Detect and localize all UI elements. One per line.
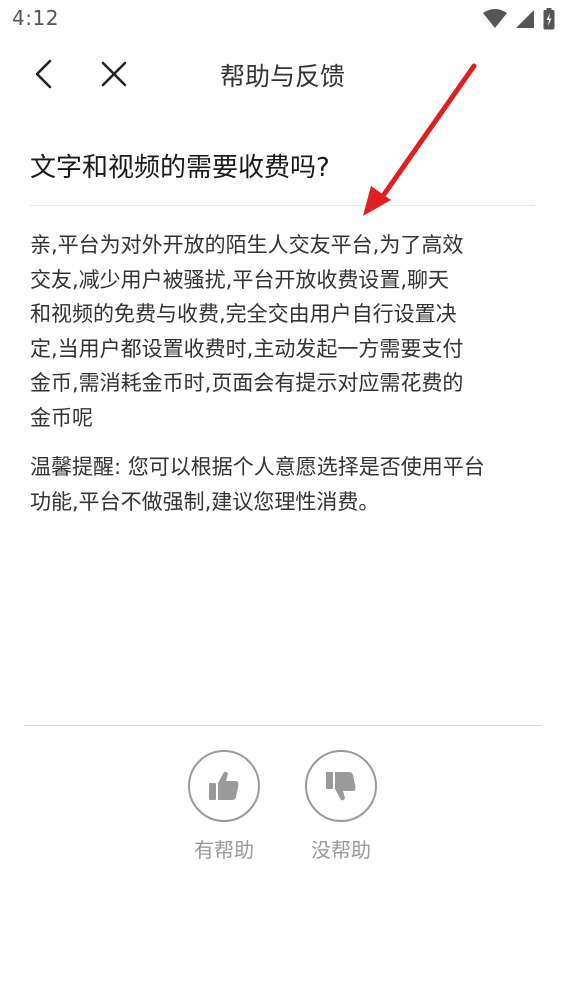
answer-line: 亲,平台为对外开放的陌生人交友平台,为了高效 xyxy=(30,233,464,257)
answer-line: 金币,需消耗金币时,页面会有提示对应需花费的 xyxy=(30,371,464,395)
answer-line: 交友,减少用户被骚扰,平台开放收费设置,聊天 xyxy=(30,267,450,292)
thumbs-up-icon xyxy=(209,771,239,800)
divider xyxy=(30,205,535,206)
wifi-icon xyxy=(483,9,507,28)
thumbs-down-icon xyxy=(326,772,356,801)
reminder-line: 功能,平台不做强制,建议您理性消费。 xyxy=(30,489,380,514)
helpful-button[interactable]: 有帮助 xyxy=(174,750,274,863)
feedback-row: 有帮助 没帮助 xyxy=(0,750,565,870)
unhelpful-label: 没帮助 xyxy=(311,838,371,862)
answer-line: 定,当用户都设置收费时,主动发起一方需要支付 xyxy=(30,336,464,361)
page-title: 帮助与反馈 xyxy=(219,62,345,91)
status-icons xyxy=(483,8,555,30)
answer-line: 金币呢 xyxy=(30,405,93,430)
answer-line: 和视频的免费与收费,完全交由用户自行设置决 xyxy=(30,302,457,326)
question-title: 文字和视频的需要收费吗? xyxy=(30,153,330,183)
status-time: 4:12 xyxy=(12,6,59,30)
helpful-circle[interactable] xyxy=(188,750,260,822)
status-bar: 4:12 xyxy=(0,0,565,40)
reminder-line: 温馨提醒: 您可以根据个人意愿选择是否使用平台 xyxy=(30,455,485,479)
answer-body: 亲,平台为对外开放的陌生人交友平台,为了高效 交友,减少用户被骚扰,平台开放收费… xyxy=(30,228,535,435)
unhelpful-button[interactable]: 没帮助 xyxy=(291,750,391,863)
cellular-signal-icon xyxy=(516,10,534,28)
unhelpful-circle[interactable] xyxy=(305,750,377,822)
helpful-label: 有帮助 xyxy=(194,838,254,862)
reminder-text: 温馨提醒: 您可以根据个人意愿选择是否使用平台 功能,平台不做强制,建议您理性消… xyxy=(30,450,535,519)
battery-icon xyxy=(543,8,555,30)
divider xyxy=(24,725,541,726)
nav-bar: 帮助与反馈 xyxy=(0,44,565,104)
